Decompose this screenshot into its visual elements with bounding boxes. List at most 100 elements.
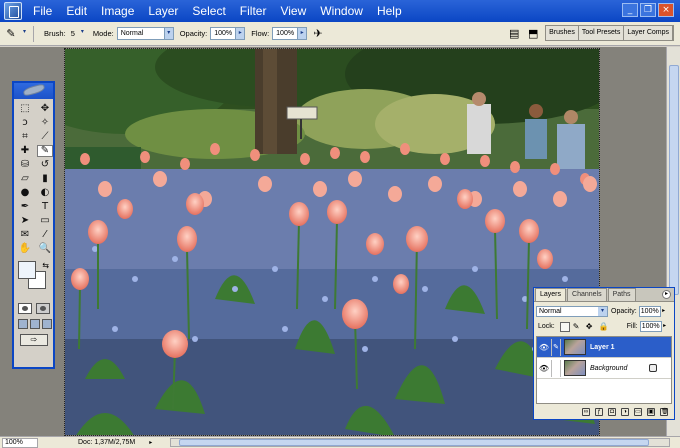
- layer-row-background[interactable]: 👁 Background: [537, 358, 671, 379]
- healing-icon[interactable]: ✚: [17, 145, 33, 157]
- lock-all-icon[interactable]: 🔒: [599, 322, 609, 332]
- layer-row-layer-1[interactable]: 👁 ✎ Layer 1: [537, 337, 671, 358]
- flow-slider-icon[interactable]: ▸: [298, 27, 308, 40]
- delete-layer-icon[interactable]: 🗑: [660, 408, 669, 416]
- menu-edit[interactable]: Edit: [59, 0, 94, 22]
- vertical-scroll-thumb[interactable]: [669, 65, 679, 295]
- horizontal-scroll-thumb[interactable]: [179, 439, 649, 446]
- menu-filter[interactable]: Filter: [233, 0, 274, 22]
- opacity-label: Opacity:: [179, 29, 208, 38]
- history-brush-icon[interactable]: ↺: [37, 159, 53, 171]
- tool-grid: ⬚ ✥ ↄ ✧ ⌗ ⟋ ✚ ✎ ⛁ ↺ ▱ ▮ ● ◐ ✒ T ➤ ▭ ✉ ⁄ ✋ 🔍: [14, 99, 53, 255]
- crop-icon[interactable]: ⌗: [17, 131, 33, 143]
- menu-bar: File Edit Image Layer Select Filter View…: [0, 0, 680, 22]
- full-screen-menu-icon[interactable]: [30, 319, 40, 329]
- path-select-icon[interactable]: ➤: [17, 215, 33, 227]
- layer-style-icon[interactable]: ƒ: [595, 408, 603, 416]
- tab-channels[interactable]: Channels: [567, 288, 607, 301]
- standard-mode-icon[interactable]: [18, 303, 32, 314]
- adjustment-layer-icon[interactable]: ◑: [621, 408, 629, 416]
- pen-icon[interactable]: ✒: [17, 201, 33, 213]
- menu-file[interactable]: File: [26, 0, 59, 22]
- zoom-icon[interactable]: 🔍: [37, 243, 53, 255]
- minimize-button[interactable]: _: [622, 3, 638, 17]
- visibility-eye-icon[interactable]: 👁: [537, 364, 551, 373]
- mode-select[interactable]: Normal: [116, 27, 165, 40]
- hand-icon[interactable]: ✋: [17, 243, 33, 255]
- brush-icon[interactable]: ✎: [3, 26, 19, 42]
- tool-preset-dropdown-icon[interactable]: ▾: [20, 27, 29, 40]
- magic-wand-icon[interactable]: ✧: [37, 117, 53, 129]
- layer-opacity-field[interactable]: 100%: [638, 306, 661, 317]
- photoshop-app-icon[interactable]: [4, 2, 22, 20]
- flow-field[interactable]: 100%: [272, 27, 299, 40]
- menu-window[interactable]: Window: [313, 0, 370, 22]
- menu-select[interactable]: Select: [185, 0, 232, 22]
- layer-name[interactable]: Background: [590, 365, 649, 372]
- tab-paths[interactable]: Paths: [607, 288, 636, 301]
- layer-thumbnail: [564, 360, 586, 376]
- menu-help[interactable]: Help: [370, 0, 409, 22]
- type-icon[interactable]: T: [37, 201, 53, 213]
- marquee-icon[interactable]: ⬚: [17, 103, 33, 115]
- well-tab-layer-comps[interactable]: Layer Comps: [624, 26, 673, 40]
- notes-icon[interactable]: ✉: [17, 229, 33, 241]
- menu-image[interactable]: Image: [94, 0, 141, 22]
- brush-picker-icon[interactable]: ▾: [78, 27, 87, 40]
- doc-size: Doc: 1,37M/2,75M: [78, 439, 136, 446]
- toolbox: ⬚ ✥ ↄ ✧ ⌗ ⟋ ✚ ✎ ⛁ ↺ ▱ ▮ ● ◐ ✒ T ➤ ▭ ✉ ⁄ ✋ 🔍 ⇆ ⇨: [12, 81, 55, 369]
- brush-icon[interactable]: ✎: [37, 145, 53, 157]
- dodge-icon[interactable]: ◐: [37, 187, 53, 199]
- lasso-icon[interactable]: ↄ: [17, 117, 33, 129]
- zoom-field[interactable]: 100%: [2, 437, 38, 448]
- link-layers-icon[interactable]: ∞: [582, 408, 590, 416]
- brush-size[interactable]: 5: [71, 29, 75, 38]
- document-canvas[interactable]: [64, 48, 600, 436]
- jump-to-imageready-icon[interactable]: ⇨: [20, 334, 48, 346]
- palette-menu-icon[interactable]: ▸: [662, 290, 671, 299]
- quick-mask-icon[interactable]: [36, 303, 50, 314]
- new-layer-icon[interactable]: ▣: [647, 408, 655, 416]
- lock-transparency-icon[interactable]: [559, 321, 570, 332]
- foreground-color-swatch[interactable]: [18, 261, 36, 279]
- lock-image-icon[interactable]: ✎: [573, 322, 583, 332]
- horizontal-scrollbar[interactable]: [170, 438, 670, 447]
- swap-colors-icon[interactable]: ⇆: [42, 261, 49, 270]
- file-browser-icon[interactable]: ▤: [506, 26, 522, 42]
- fill-arrow-icon[interactable]: ▸: [662, 321, 668, 332]
- blur-icon[interactable]: ●: [17, 187, 33, 199]
- airbrush-icon[interactable]: ✈: [310, 26, 326, 42]
- layer-thumbnail: [564, 339, 586, 355]
- layer-name[interactable]: Layer 1: [590, 344, 671, 351]
- toolbox-header[interactable]: [14, 83, 53, 99]
- blend-dropdown-icon[interactable]: ▾: [598, 307, 607, 316]
- slice-icon[interactable]: ⟋: [37, 131, 53, 143]
- opacity-slider-icon[interactable]: ▸: [236, 27, 246, 40]
- fill-field[interactable]: 100%: [639, 321, 662, 332]
- blend-mode-select[interactable]: Normal ▾: [536, 306, 608, 317]
- move-icon[interactable]: ✥: [37, 103, 53, 115]
- visibility-eye-icon[interactable]: 👁: [537, 343, 551, 352]
- mode-dropdown-icon[interactable]: ▾: [164, 27, 174, 40]
- new-group-icon[interactable]: ▭: [634, 408, 642, 416]
- gradient-icon[interactable]: ▮: [37, 173, 53, 185]
- stamp-icon[interactable]: ⛁: [17, 159, 33, 171]
- add-mask-icon[interactable]: ◘: [608, 408, 616, 416]
- eyedropper-icon[interactable]: ⁄: [37, 229, 53, 241]
- eraser-icon[interactable]: ▱: [17, 173, 33, 185]
- layer-opacity-arrow-icon[interactable]: ▸: [661, 306, 667, 317]
- menu-view[interactable]: View: [273, 0, 313, 22]
- menu-layer[interactable]: Layer: [141, 0, 185, 22]
- well-tab-brushes[interactable]: Brushes: [546, 26, 579, 40]
- lock-position-icon[interactable]: ✥: [586, 322, 596, 332]
- full-screen-icon[interactable]: [42, 319, 52, 329]
- close-button[interactable]: ×: [658, 3, 674, 17]
- status-menu-icon[interactable]: ▸: [149, 439, 152, 446]
- tab-layers[interactable]: Layers: [535, 288, 567, 301]
- palette-well-icon[interactable]: ⬒: [525, 26, 541, 42]
- standard-screen-icon[interactable]: [18, 319, 28, 329]
- well-tab-tool-presets[interactable]: Tool Presets: [578, 26, 625, 40]
- shape-icon[interactable]: ▭: [37, 215, 53, 227]
- opacity-field[interactable]: 100%: [210, 27, 237, 40]
- restore-button[interactable]: ❐: [640, 3, 656, 17]
